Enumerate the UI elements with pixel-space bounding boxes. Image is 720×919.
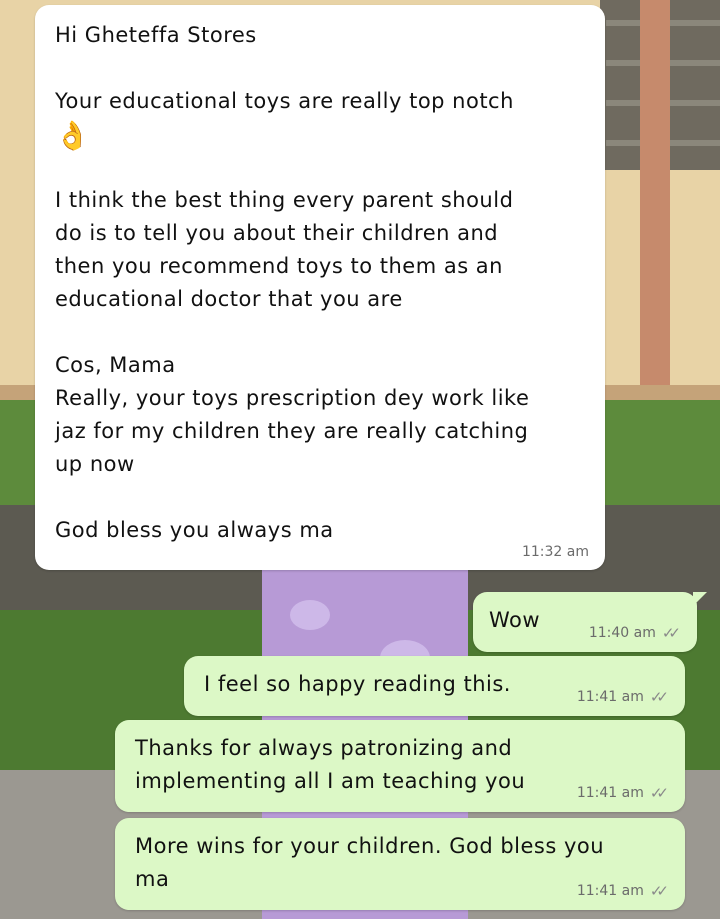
message-time: 11:41 am <box>576 883 644 899</box>
message-meta: 11:32 am <box>522 544 589 560</box>
message-time: 11:41 am <box>576 689 644 705</box>
outgoing-message-bubble[interactable]: Thanks for always patronizing and implem… <box>115 720 685 812</box>
message-time: 11:41 am <box>576 785 644 801</box>
double-check-icon: ✓✓ <box>649 688 669 706</box>
message-text: I think the best thing every parent shou… <box>55 188 514 311</box>
message-meta: 11:41 am ✓✓ <box>577 882 669 900</box>
outgoing-message-bubble[interactable]: More wins for your children. God bless y… <box>115 818 685 910</box>
dress-flower <box>290 600 330 630</box>
double-check-icon: ✓✓ <box>661 624 681 642</box>
incoming-message-bubble[interactable]: Hi Gheteffa Stores Your educational toys… <box>35 5 605 570</box>
message-meta: 11:40 am ✓✓ <box>589 624 681 642</box>
message-meta: 11:41 am ✓✓ <box>577 688 669 706</box>
message-text: Hi Gheteffa Stores <box>55 23 257 47</box>
bubble-tail <box>693 592 707 606</box>
outgoing-message-bubble[interactable]: Wow 11:40 am ✓✓ <box>473 592 707 652</box>
message-time: 11:32 am <box>521 544 589 560</box>
message-time: 11:40 am <box>588 625 656 641</box>
message-meta: 11:41 am ✓✓ <box>577 784 669 802</box>
message-text: Your educational toys are really top not… <box>55 89 514 113</box>
double-check-icon: ✓✓ <box>649 882 669 900</box>
message-text: God bless you always ma <box>55 518 334 542</box>
message-text: Cos, Mama Really, your toys prescription… <box>55 353 530 476</box>
background-pillar <box>640 0 670 390</box>
outgoing-message-bubble[interactable]: I feel so happy reading this. 11:41 am ✓… <box>184 656 685 716</box>
ok-hand-emoji-icon: 👌 <box>55 119 90 152</box>
double-check-icon: ✓✓ <box>649 784 669 802</box>
